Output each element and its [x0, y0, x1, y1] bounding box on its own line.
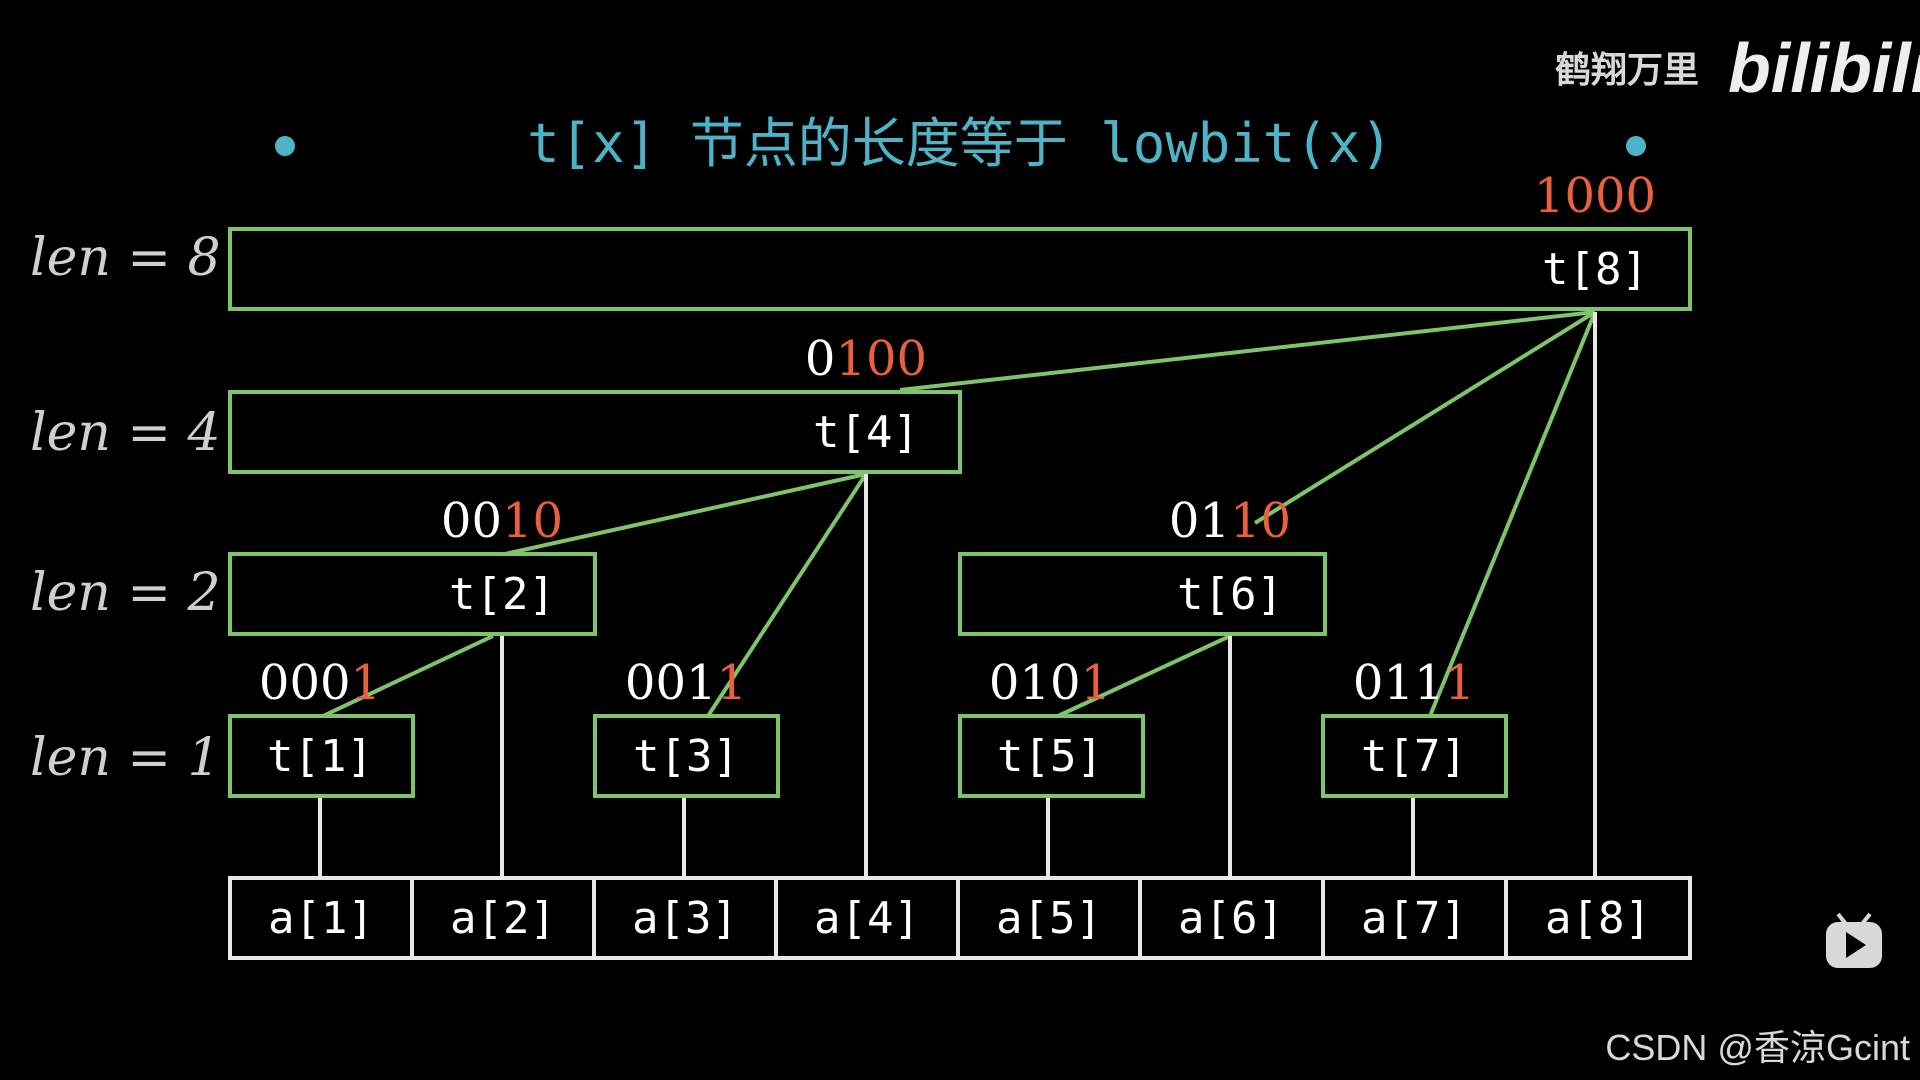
node-label-t8: t[8]: [1542, 244, 1648, 295]
binary-label-t1: 0001: [259, 655, 381, 711]
node-label-t3: t[3]: [633, 731, 739, 782]
node-label-t4: t[4]: [813, 407, 919, 458]
node-box-t8: [228, 227, 1692, 311]
len-label-1: len = 1: [30, 728, 221, 788]
array-cell-a1: a[1]: [268, 893, 374, 944]
len-label-2: len = 2: [30, 563, 221, 623]
array-cell-a5: a[5]: [996, 893, 1102, 944]
node-label-t7: t[7]: [1361, 731, 1467, 782]
binary-label-t2: 0010: [441, 493, 563, 549]
array-cell-a7: a[7]: [1361, 893, 1467, 944]
fenwick-tree-diagram: t[x] 节点的长度等于 lowbit(x) len = 8 len = 4 l…: [30, 29, 1920, 1068]
array-cells: [228, 876, 1692, 960]
len-label-4: len = 4: [30, 403, 221, 463]
array-cell-a3: a[3]: [632, 893, 738, 944]
array-cell-a6: a[6]: [1178, 893, 1284, 944]
binary-label-t7: 0111: [1353, 655, 1475, 711]
node-label-t5: t[5]: [997, 731, 1103, 782]
array-cell-a2: a[2]: [450, 893, 556, 944]
bilibili-logo: bilibili: [1728, 29, 1920, 107]
title-bullet-right: [1626, 136, 1646, 156]
uploader-watermark: 鹤翔万里: [1555, 49, 1699, 90]
array-cell-a4: a[4]: [814, 893, 920, 944]
binary-label-t5: 0101: [989, 655, 1111, 711]
diagram-title: t[x] 节点的长度等于 lowbit(x): [527, 112, 1393, 175]
array-cell-a8: a[8]: [1545, 893, 1651, 944]
csdn-watermark: CSDN @香涼Gcint: [1605, 1027, 1910, 1068]
binary-label-t8: 1000: [1534, 168, 1656, 224]
title-bullet-left: [275, 136, 295, 156]
node-label-t1: t[1]: [267, 731, 373, 782]
binary-label-t4: 0100: [805, 331, 927, 387]
len-label-8: len = 8: [30, 228, 221, 288]
node-label-t6: t[6]: [1177, 569, 1283, 620]
play-icon[interactable]: [1826, 912, 1882, 968]
node-label-t2: t[2]: [449, 569, 555, 620]
binary-label-t3: 0011: [625, 655, 747, 711]
binary-label-t6: 0110: [1169, 493, 1291, 549]
